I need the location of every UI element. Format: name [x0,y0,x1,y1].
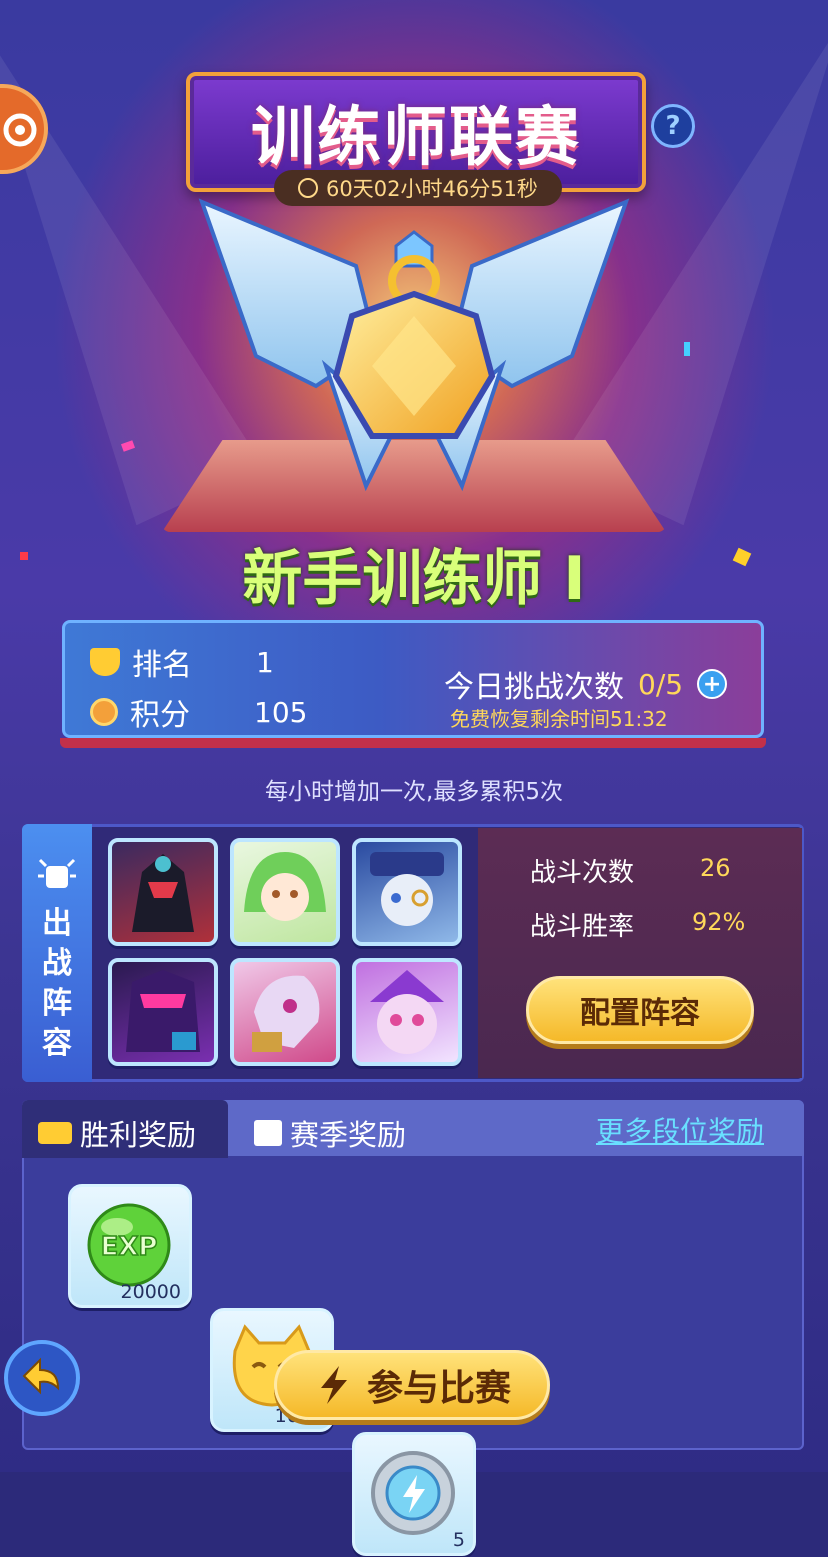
battles-row: 战斗次数 [530,852,634,889]
winrate-value: 92% [692,908,746,936]
hero-slot-2[interactable] [230,838,340,946]
reward-item-energy[interactable]: 5 [352,1432,476,1556]
tab-victory-label: 胜利奖励 [80,1118,197,1152]
hero-portrait-icon [244,852,326,921]
ranking-row: 排名 1 [90,640,274,684]
more-tier-rewards-link[interactable]: 更多段位奖励 [596,1110,764,1150]
ranking-label: 排名 [132,648,192,683]
question-icon: ? [665,111,681,141]
hero-grid [108,838,462,1066]
medal-icon [90,698,118,726]
tab-victory-rewards[interactable]: 胜利奖励 [38,1112,196,1154]
clock-icon [298,178,319,198]
winrate-row: 战斗胜率 [530,906,634,943]
hero-portrait-icon [132,854,194,932]
ranking-value: 1 [256,645,274,679]
reward-item-exp[interactable]: EXP 20000 [68,1184,192,1308]
confetti [20,552,28,560]
page-title: 训练师联赛 [251,101,581,175]
hero-slot-5[interactable] [230,958,340,1066]
lightning-icon [320,1366,347,1404]
lineup-char: 出 [42,906,72,941]
fist-icon [38,858,76,888]
tab-season-rewards[interactable]: 赛季奖励 [254,1112,406,1154]
reward-quantity: 20000 [120,1281,181,1303]
winrate-label: 战斗胜率 [530,912,635,942]
battles-value: 26 [700,854,731,882]
tab-season-label: 赛季奖励 [290,1118,407,1152]
points-row: 积分 105 [90,690,307,734]
hero-portrait-icon [252,975,320,1052]
battles-label: 战斗次数 [530,858,635,888]
join-match-button[interactable]: 参与比赛 [274,1350,550,1420]
rank-emblem-icon [198,198,630,492]
ticket-icon [38,1122,72,1144]
join-match-label: 参与比赛 [366,1368,511,1409]
help-button[interactable]: ? [651,104,695,148]
divider-bar [60,738,766,748]
exp-text: EXP [101,1232,158,1262]
hero-slot-1[interactable] [108,838,218,946]
hero-slot-6[interactable] [352,958,462,1066]
swirl-icon [3,113,37,147]
hero-slot-4[interactable] [108,958,218,1066]
confetti [684,342,690,356]
trophy-icon [90,648,120,676]
rank-tier-name: 新手训练师 I [242,544,586,614]
lineup-side-label: 出 战 阵 容 [36,904,78,1064]
points-label: 积分 [130,698,190,733]
challenge-label: 今日挑战次数 [444,670,624,705]
reward-quantity: 5 [452,1529,465,1551]
configure-lineup-button[interactable]: 配置阵容 [526,976,754,1044]
add-challenge-button[interactable]: + [697,669,728,699]
lineup-char: 战 [42,946,72,981]
lineup-char: 阵 [42,986,72,1021]
challenge-hint: 每小时增加一次,最多累积5次 [265,779,563,805]
points-value: 105 [254,695,308,729]
lineup-char: 容 [42,1026,72,1061]
hero-slot-3[interactable] [352,838,462,946]
back-button[interactable] [4,1340,80,1416]
hero-portrait-icon [370,852,444,926]
hero-portrait-icon [126,970,200,1052]
gift-icon [254,1120,282,1146]
back-arrow-icon [22,1357,60,1395]
challenge-count: 0/5 [638,667,684,701]
hero-portrait-icon [370,970,444,1054]
recover-timer: 免费恢复剩余时间51:32 [450,707,668,731]
challenge-row: 今日挑战次数 0/5 + [444,662,728,706]
